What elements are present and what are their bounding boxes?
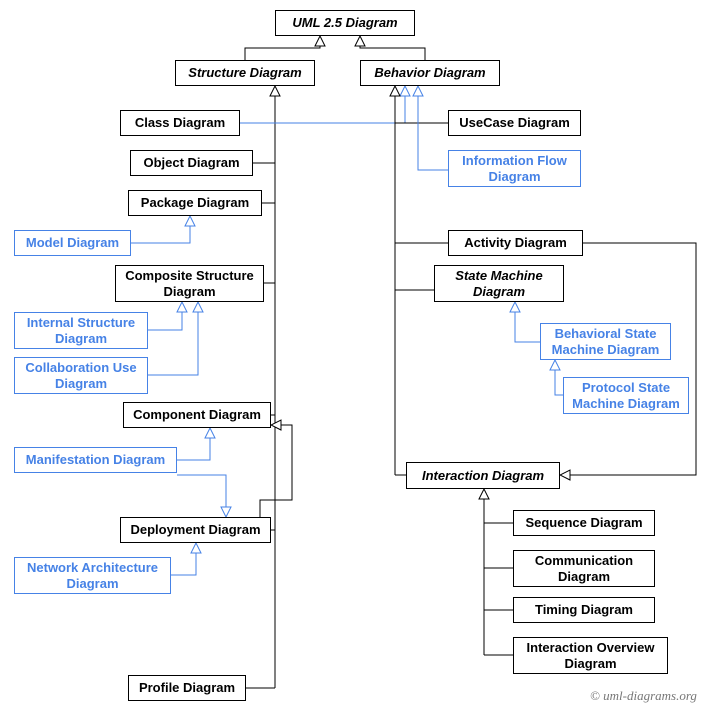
label: Sequence Diagram (525, 515, 642, 531)
label: Interaction Overview Diagram (520, 640, 661, 671)
label: Protocol State Machine Diagram (570, 380, 682, 411)
label: Timing Diagram (535, 602, 633, 618)
label: Behavioral State Machine Diagram (547, 326, 664, 357)
label: Structure Diagram (188, 65, 301, 81)
node-interaction-overview-diagram: Interaction Overview Diagram (513, 637, 668, 674)
node-structure-diagram: Structure Diagram (175, 60, 315, 86)
label: Collaboration Use Diagram (21, 360, 141, 391)
node-deployment-diagram: Deployment Diagram (120, 517, 271, 543)
label: Model Diagram (26, 235, 119, 251)
label: UML 2.5 Diagram (292, 15, 397, 31)
label: Object Diagram (143, 155, 239, 171)
label: Information Flow Diagram (455, 153, 574, 184)
label: © uml-diagrams.org (590, 688, 697, 703)
label: Activity Diagram (464, 235, 567, 251)
node-activity-diagram: Activity Diagram (448, 230, 583, 256)
node-object-diagram: Object Diagram (130, 150, 253, 176)
label: Manifestation Diagram (26, 452, 165, 468)
node-interaction-diagram: Interaction Diagram (406, 462, 560, 489)
label: Package Diagram (141, 195, 249, 211)
credit-text: © uml-diagrams.org (590, 688, 697, 704)
node-composite-structure-diagram: Composite Structure Diagram (115, 265, 264, 302)
node-behavioral-state-machine-diagram: Behavioral State Machine Diagram (540, 323, 671, 360)
node-timing-diagram: Timing Diagram (513, 597, 655, 623)
node-protocol-state-machine-diagram: Protocol State Machine Diagram (563, 377, 689, 414)
node-collaboration-use-diagram: Collaboration Use Diagram (14, 357, 148, 394)
node-sequence-diagram: Sequence Diagram (513, 510, 655, 536)
label: Interaction Diagram (422, 468, 544, 484)
node-usecase-diagram: UseCase Diagram (448, 110, 581, 136)
label: Component Diagram (133, 407, 261, 423)
node-state-machine-diagram: State Machine Diagram (434, 265, 564, 302)
label: State Machine Diagram (441, 268, 557, 299)
node-profile-diagram: Profile Diagram (128, 675, 246, 701)
label: Profile Diagram (139, 680, 235, 696)
label: Network Architecture Diagram (21, 560, 164, 591)
node-manifestation-diagram: Manifestation Diagram (14, 447, 177, 473)
node-package-diagram: Package Diagram (128, 190, 262, 216)
label: Internal Structure Diagram (21, 315, 141, 346)
node-network-architecture-diagram: Network Architecture Diagram (14, 557, 171, 594)
node-behavior-diagram: Behavior Diagram (360, 60, 500, 86)
label: Deployment Diagram (130, 522, 260, 538)
label: Class Diagram (135, 115, 225, 131)
node-communication-diagram: Communication Diagram (513, 550, 655, 587)
node-class-diagram: Class Diagram (120, 110, 240, 136)
node-model-diagram: Model Diagram (14, 230, 131, 256)
node-component-diagram: Component Diagram (123, 402, 271, 428)
node-internal-structure-diagram: Internal Structure Diagram (14, 312, 148, 349)
label: Communication Diagram (520, 553, 648, 584)
label: Composite Structure Diagram (122, 268, 257, 299)
label: UseCase Diagram (459, 115, 570, 131)
node-uml-root: UML 2.5 Diagram (275, 10, 415, 36)
node-information-flow-diagram: Information Flow Diagram (448, 150, 581, 187)
label: Behavior Diagram (374, 65, 485, 81)
